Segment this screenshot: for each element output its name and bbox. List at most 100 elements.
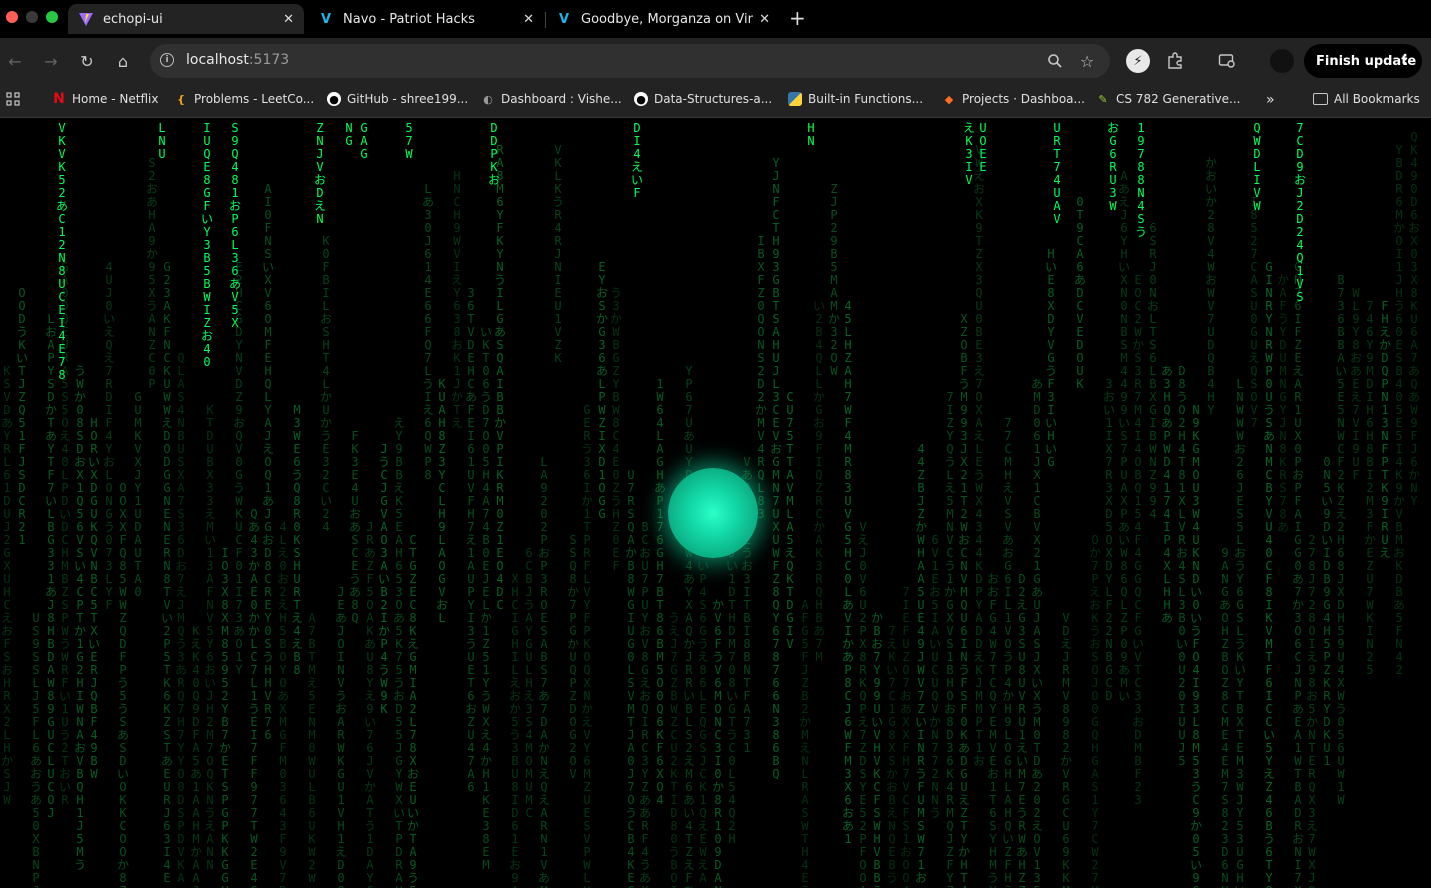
- gitlab-icon: ◆: [944, 92, 954, 106]
- matrix-column-dim: Qあ43かAE0かかLC7L1うEI7FF977TW2E4G: [247, 507, 260, 888]
- apps-grid-icon[interactable]: [6, 92, 20, 106]
- dashboard-icon: ◐: [483, 92, 493, 106]
- leetcode-icon: {: [177, 92, 185, 106]
- matrix-column-dim: う3かWBGZYBW8C4E0ZうHZ0EF: [609, 286, 622, 573]
- matrix-column-dim: Oか7PえおKうおSOJO0GQHGAS1Y7CW27M: [1088, 533, 1101, 888]
- forward-icon[interactable]: →: [40, 50, 62, 72]
- matrix-column-dim: M3WE6うQ8R0KSHURTえ4えB8: [290, 403, 303, 677]
- url-text[interactable]: localhost:5173: [186, 52, 289, 68]
- close-icon[interactable]: ✕: [283, 12, 294, 27]
- extensions-puzzle-icon[interactable]: [1164, 50, 1186, 72]
- menu-kebab-icon[interactable]: ⋮: [1398, 52, 1412, 68]
- matrix-column: おG6RU3W: [1106, 121, 1119, 213]
- close-icon[interactable]: ✕: [523, 12, 534, 27]
- bookmark-github-shree[interactable]: ● GitHub - shree199...: [327, 92, 468, 106]
- bookmark-label: Problems - LeetCo...: [194, 92, 315, 106]
- bookmark-python[interactable]: Built-in Functions...: [788, 92, 923, 106]
- tab-echopi-ui[interactable]: echopi-ui ✕: [68, 4, 304, 34]
- matrix-column-dim: LNWWWお26JES5LおうY6GSLうKいYTBXTEM3WJY53UGHい: [1233, 377, 1246, 888]
- bookmark-data-structures[interactable]: ● Data-Structures-a...: [634, 92, 772, 106]
- matrix-column-dim: AあえJ6YHいXN0NBSM4499いS7PUAXPあいW86QLZP09あM…: [1117, 169, 1130, 703]
- matrix-column: NG: [345, 121, 353, 148]
- matrix-column-dim: うWか08SDおX1Q56VSい4CPTか1G2HIWNAおVBQH1J5Mう: [73, 364, 86, 872]
- profile-avatar[interactable]: [1270, 49, 1294, 73]
- matrix-column-dim: HNCH9WVIえY638おK1JかTえ: [450, 169, 463, 430]
- matrix-column-dim: D2えG3SU8UVRU1えいM7EうRWあHZZ: [1015, 572, 1028, 888]
- matrix-column-dim: QK490D6おX03X8KU6A7あQあW9FJ6かNY: [1407, 130, 1420, 508]
- matrix-column-dim: 36TVDEHCあFEI61UVFH7え1AUPYI3うUET6おZU47A6: [464, 286, 477, 794]
- matrix-column-dim: OOXXFQ85WWZQDFPう5うSあSDいOKKCOOか8Z: [116, 481, 129, 888]
- site-info-icon[interactable]: i: [160, 53, 174, 67]
- matrix-column-dim: D8うO2H4T81XLVRお4SL3B0い0U20IUUJ5: [1175, 364, 1188, 768]
- matrix-column-dim: VKLKうR4RJNIEU1VZK: [551, 143, 564, 365]
- matrix-column-dim: AI0FNSいXV6OMFEHQLYAJえOQ1あJGおD8CREY0SうHHV…: [261, 182, 274, 742]
- matrix-column-dim: XZOBFうM993JX21T2WおCNVMQU6INうFSF0KあDGUえZT…: [957, 312, 970, 888]
- matrix-column-dim: Lあ30J614E66FQ7LうIえ6QWP8: [421, 182, 434, 482]
- tab-title: Navo - Patriot Hacks: [343, 11, 475, 27]
- matrix-column-dim: CU75TTAVMLA5えQKTDGIV: [783, 390, 796, 651]
- cast-search-icon[interactable]: [1216, 50, 1238, 72]
- matrix-column-dim: 7えKい7C1G8XSかおBえNQEBう: [885, 624, 898, 885]
- matrix-column: ZNJVおDえN: [313, 121, 326, 226]
- bookmark-netflix[interactable]: N Home - Netflix: [52, 91, 158, 107]
- matrix-column-dim: 44ZBJZかWHAA5UE49JWV7ZいINRうFUMSW71お: [914, 442, 927, 885]
- all-bookmarks[interactable]: All Bookmarks: [1313, 92, 1420, 106]
- more-bookmarks-chevron-icon[interactable]: »: [1266, 92, 1275, 108]
- bookmark-label: GitHub - shree199...: [347, 92, 469, 106]
- matrix-rain-canvas: QK490D6おX03X8KU6A7あQあW9FJ6かNYYBDR6MかOI1J…: [0, 118, 1431, 888]
- matrix-column-dim: WL9Y8おあEえ7VI9UF: [1349, 286, 1362, 482]
- matrix-column-dim: 4UJ0いえQえ7RDIF4YおLONGう073LYF: [102, 260, 115, 612]
- matrix-column-dim: XHCIGHILえおか5う3BU8ID61Eお9A: [508, 572, 521, 888]
- tab-vimeo[interactable]: V Goodbye, Morganza on Vimeo ✕: [546, 4, 780, 34]
- window-minimize-button[interactable]: [26, 11, 38, 23]
- matrix-column-dim: ZJP29B5MAMか32OW: [827, 182, 840, 378]
- bookmark-leetcode[interactable]: { Problems - LeetCo...: [174, 92, 314, 106]
- matrix-column-dim: JEあJOINVうおARWKGU1VH1えD08: [334, 585, 347, 888]
- reload-icon[interactable]: ↻: [76, 50, 98, 72]
- matrix-column-dim: GM76IFZEえAR1UX0PおPFAIGG0あ7か3O6CJNPあEA1WT…: [1291, 260, 1304, 888]
- bookmarks-bar: N Home - Netflix { Problems - LeetCo... …: [0, 84, 1431, 118]
- matrix-column: HN: [807, 121, 815, 148]
- matrix-column-dim: OODうKいTJZQ51FJSDCR21: [15, 286, 28, 547]
- matrix-column-dim: 45LHZAH7WF4MR83UVG5HC0LあVIかあP8CJ6WFM3X6お…: [841, 299, 854, 846]
- back-icon[interactable]: ←: [4, 50, 26, 72]
- zoom-icon[interactable]: [1044, 50, 1066, 72]
- home-icon[interactable]: ⌂: [112, 50, 134, 72]
- all-bookmarks-label: All Bookmarks: [1334, 92, 1420, 106]
- matrix-column-dim: I8527CASU0GUえQSOV7: [1247, 195, 1260, 430]
- address-bar[interactable]: i localhost:5173 ☆: [150, 44, 1110, 78]
- matrix-column-dim: A7BTMえ5ENM0WULB6UKW2W: [305, 611, 318, 885]
- matrix-column-dim: かV6FうV6MONC3I0か8R109DAN: [711, 598, 724, 888]
- finish-update-button[interactable]: Finish update ⋮: [1304, 44, 1422, 78]
- bookmark-gitlab[interactable]: ◆ Projects · Dashboa...: [942, 92, 1085, 106]
- matrix-column-dim: うえJ7GZBWZCU2KTID80うBOI: [667, 611, 680, 888]
- matrix-column: S9Q481おP6L36あV5X: [228, 121, 241, 330]
- matrix-column-dim: えY9BBえK5EAH653Oあ5K75うおD55JGYWXいTPDRAY: [392, 416, 405, 888]
- tab-navo[interactable]: V Navo - Patriot Hacks ✕: [308, 4, 544, 34]
- extension-icon[interactable]: ⚡: [1126, 49, 1150, 73]
- window-maximize-button[interactable]: [46, 11, 58, 23]
- matrix-column-dim: EOC2WかS3R7M4I4OBQ154F4GGQCFGいVTC33おDMBF2…: [1131, 273, 1144, 807]
- bookmark-star-icon[interactable]: ☆: [1076, 50, 1098, 72]
- matrix-column-dim: RA8M6YFKYNうILGあSQAIBBかVPIKRM0Z1EO4DC: [493, 143, 506, 612]
- matrix-column: DDPKお: [487, 121, 500, 187]
- tab-title: Goodbye, Morganza on Vimeo: [581, 11, 753, 27]
- matrix-column-dim: 746Y9MDIH6H8BI2M3FかEZU7WKIN25: [1363, 299, 1376, 677]
- close-icon[interactable]: ✕: [759, 12, 770, 27]
- matrix-column-dim: SSQ8か7PGかUQPZDOG2OV: [566, 533, 579, 781]
- window-close-button[interactable]: [6, 11, 18, 23]
- matrix-column-dim: 3おい1IX7R3XD5OXDYLF22NBGCD: [1102, 377, 1115, 703]
- bookmark-label: CS 782 Generative...: [1116, 92, 1241, 106]
- bookmark-label: Dashboard : Vishe...: [501, 92, 622, 106]
- new-tab-button[interactable]: +: [789, 6, 806, 30]
- tab-strip: echopi-ui ✕ V Navo - Patriot Hacks ✕ V G…: [0, 0, 1431, 38]
- matrix-column-dim: かおいか28V4WおWV7UDQB4HY: [1204, 156, 1217, 417]
- matrix-column-dim: 1W64LAGHあP176GH7BT86BM5O0Q6KF6XO4: [653, 377, 666, 807]
- bookmark-dashboard[interactable]: ◐ Dashboard : Vishe...: [481, 92, 622, 106]
- matrix-column-dim: おおFG4W7TCQYEMVEお1T6SYHMうY: [986, 572, 999, 888]
- matrix-column-dim: 6V1Eお5IAいUCUQVかN772NNう: [928, 533, 941, 820]
- bookmark-cs782[interactable]: ✎ CS 782 Generative...: [1096, 92, 1240, 106]
- matrix-column-dim: あ3HQあPWD4174IP4XLHHあ: [1160, 364, 1173, 625]
- python-icon: [788, 92, 802, 106]
- matrix-column-dim: VえJ0V6U2PX8RKQPえ7ZDSYE52PFOOA: [856, 520, 869, 888]
